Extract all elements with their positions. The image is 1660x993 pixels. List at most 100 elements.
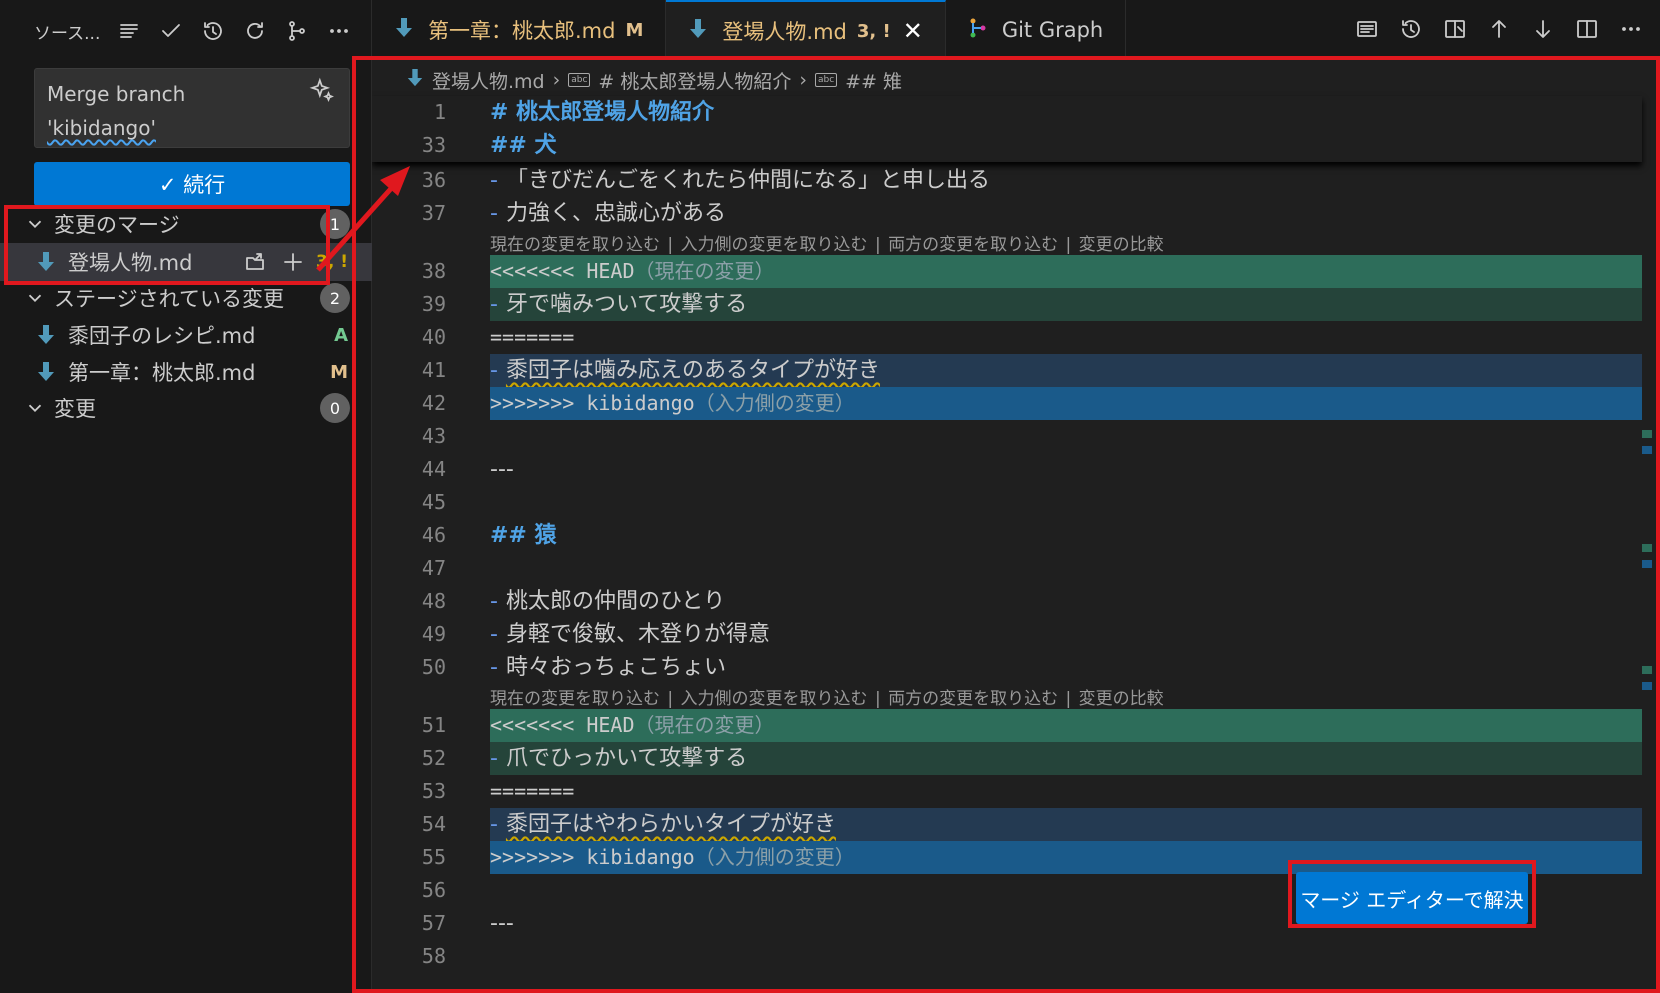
overview-mark-current — [1642, 544, 1652, 552]
section-merge-changes[interactable]: 変更のマージ 1 — [0, 205, 372, 243]
more-actions-icon[interactable] — [324, 16, 354, 46]
code-line[interactable]: 36 - 「きびだんごをくれたら仲間になる」と申し出る — [372, 164, 1642, 197]
conflict-marker: <<<<<<< HEAD — [490, 259, 635, 283]
breadcrumb-heading2[interactable]: ## 雉 — [845, 67, 902, 94]
code-line[interactable]: 37 - 力強く、忠誠心がある — [372, 197, 1642, 230]
tab-label: 第一章：桃太郎.md — [428, 19, 616, 43]
conflict-incoming-line[interactable]: 41 - 黍団子は噛み応えのあるタイプが好き — [372, 354, 1642, 387]
heading-text: ## 猿 — [490, 523, 557, 548]
sticky-line[interactable]: 1 # 桃太郎登場人物紹介 — [372, 96, 1642, 129]
sticky-scroll-header[interactable]: 1 # 桃太郎登場人物紹介 33 ## 犬 — [372, 96, 1642, 162]
file-name: 黍団子のレシピ.md — [68, 324, 256, 348]
open-changes-icon[interactable] — [1352, 14, 1382, 44]
code-line[interactable]: 47 — [372, 552, 1642, 585]
line-number: 45 — [421, 490, 446, 514]
section-changes[interactable]: 変更 0 — [0, 389, 372, 427]
tab-git-graph[interactable]: Git Graph — [946, 0, 1127, 60]
editor-tab-bar: 第一章：桃太郎.md M 登場人物.md 3, ! ✕ Git Graph — [372, 0, 1660, 60]
conflict-current-line[interactable]: 52 - 爪でひっかいて攻撃する — [372, 742, 1642, 775]
overview-ruler[interactable] — [1642, 60, 1654, 993]
conflict-separator[interactable]: 40 ======= — [372, 321, 1642, 354]
accept-both-link[interactable]: 両方の変更を取り込む — [888, 689, 1058, 709]
code-line[interactable]: 50 - 時々おっちょこちょい — [372, 651, 1642, 684]
conflict-current-line[interactable]: 39 - 牙で噛みついて攻撃する — [372, 288, 1642, 321]
code-line[interactable]: 46 ## 猿 — [372, 519, 1642, 552]
line-text: 黍団子は噛み応えのあるタイプが好き — [505, 358, 880, 383]
arrow-down-icon[interactable] — [1528, 14, 1558, 44]
markdown-file-icon — [688, 18, 708, 45]
line-number: 40 — [421, 325, 446, 349]
breadcrumb-file[interactable]: 登場人物.md — [432, 67, 545, 94]
accept-incoming-link[interactable]: 入力側の変更を取り込む — [681, 235, 868, 255]
breadcrumb-heading1[interactable]: # 桃太郎登場人物紹介 — [598, 67, 791, 94]
chevron-right-icon: › — [552, 69, 561, 91]
chevron-down-icon — [24, 213, 46, 235]
open-preview-icon[interactable] — [1440, 14, 1470, 44]
section-staged-changes[interactable]: ステージされている変更 2 — [0, 279, 372, 317]
code-line[interactable]: 58 — [372, 940, 1642, 973]
sparkle-icon[interactable] — [309, 77, 339, 107]
conflict-marker: >>>>>>> kibidango — [490, 845, 695, 869]
markdown-file-icon — [36, 361, 56, 383]
line-text: ======= — [490, 779, 575, 803]
code-line[interactable]: 43 — [372, 420, 1642, 453]
resolve-in-merge-editor-button[interactable]: マージ エディターで解決 — [1296, 872, 1528, 924]
conflict-incoming-footer[interactable]: 42 >>>>>>> kibidango（入力側の変更） — [372, 387, 1642, 420]
history-icon[interactable] — [198, 16, 228, 46]
accept-current-link[interactable]: 現在の変更を取り込む — [490, 689, 660, 709]
line-number: 38 — [421, 259, 446, 283]
commit-check-icon[interactable] — [156, 16, 186, 46]
line-number: 51 — [421, 713, 446, 737]
conflict-current-header[interactable]: 51 <<<<<<< HEAD（現在の変更） — [372, 709, 1642, 742]
code-line[interactable]: 45 — [372, 486, 1642, 519]
accept-incoming-link[interactable]: 入力側の変更を取り込む — [681, 689, 868, 709]
code-line[interactable]: 48 - 桃太郎の仲間のひとり — [372, 585, 1642, 618]
accept-both-link[interactable]: 両方の変更を取り込む — [888, 235, 1058, 255]
list-dash: - — [490, 622, 498, 647]
string-symbol-icon: abc — [568, 73, 591, 87]
commit-message-input[interactable]: Merge branch 'kibidango' — [34, 68, 350, 148]
stage-plus-icon[interactable] — [278, 247, 308, 277]
line-number: 57 — [421, 911, 446, 935]
line-number: 43 — [421, 424, 446, 448]
code-line[interactable]: 44 --- — [372, 453, 1642, 486]
conflict-incoming-line[interactable]: 54 - 黍団子はやわらかいタイプが好き — [372, 808, 1642, 841]
overview-mark-current — [1642, 430, 1652, 438]
split-editor-icon[interactable] — [1572, 14, 1602, 44]
staged-file-item[interactable]: 黍団子のレシピ.md A — [0, 316, 372, 354]
compare-changes-link[interactable]: 変更の比較 — [1079, 235, 1164, 255]
overview-mark-incoming — [1642, 560, 1652, 568]
arrow-up-icon[interactable] — [1484, 14, 1514, 44]
view-as-list-icon[interactable] — [114, 16, 144, 46]
line-number: 52 — [421, 746, 446, 770]
markdown-file-icon — [394, 17, 414, 44]
tab-characters[interactable]: 登場人物.md 3, ! ✕ — [666, 0, 946, 60]
conflict-incoming-footer[interactable]: 55 >>>>>>> kibidango（入力側の変更） — [372, 841, 1642, 874]
staged-file-item[interactable]: 第一章：桃太郎.md M — [0, 353, 372, 391]
branch-graph-icon[interactable] — [282, 16, 312, 46]
continue-button-label: ✓ 続行 — [158, 173, 226, 197]
conflict-current-header[interactable]: 38 <<<<<<< HEAD（現在の変更） — [372, 255, 1642, 288]
sticky-line[interactable]: 33 ## 犬 — [372, 129, 1642, 162]
timeline-history-icon[interactable] — [1396, 14, 1426, 44]
conflict-separator[interactable]: 53 ======= — [372, 775, 1642, 808]
conflict-marker: <<<<<<< HEAD — [490, 713, 635, 737]
editor-area[interactable]: 登場人物.md › abc # 桃太郎登場人物紹介 › abc ## 雉 1 #… — [372, 60, 1660, 993]
line-number: 53 — [421, 779, 446, 803]
tab-chapter-one[interactable]: 第一章：桃太郎.md M — [372, 0, 667, 60]
refresh-icon[interactable] — [240, 16, 270, 46]
open-file-icon[interactable] — [240, 247, 270, 277]
sidebar-title: ソース... — [34, 23, 101, 44]
line-number: 49 — [421, 622, 446, 646]
code-line[interactable]: 49 - 身軽で俊敏、木登りが得意 — [372, 618, 1642, 651]
breadcrumb: 登場人物.md › abc # 桃太郎登場人物紹介 › abc ## 雉 — [406, 64, 902, 96]
tab-modified-mark: M — [625, 19, 644, 41]
line-number: 33 — [421, 133, 446, 157]
continue-button[interactable]: ✓ 続行 — [34, 162, 350, 206]
more-actions-icon[interactable] — [1616, 14, 1646, 44]
list-dash: - — [490, 292, 498, 317]
accept-current-link[interactable]: 現在の変更を取り込む — [490, 235, 660, 255]
compare-changes-link[interactable]: 変更の比較 — [1079, 689, 1164, 709]
close-icon[interactable]: ✕ — [903, 17, 923, 45]
merge-file-item[interactable]: 登場人物.md 3, ! — [0, 243, 372, 281]
